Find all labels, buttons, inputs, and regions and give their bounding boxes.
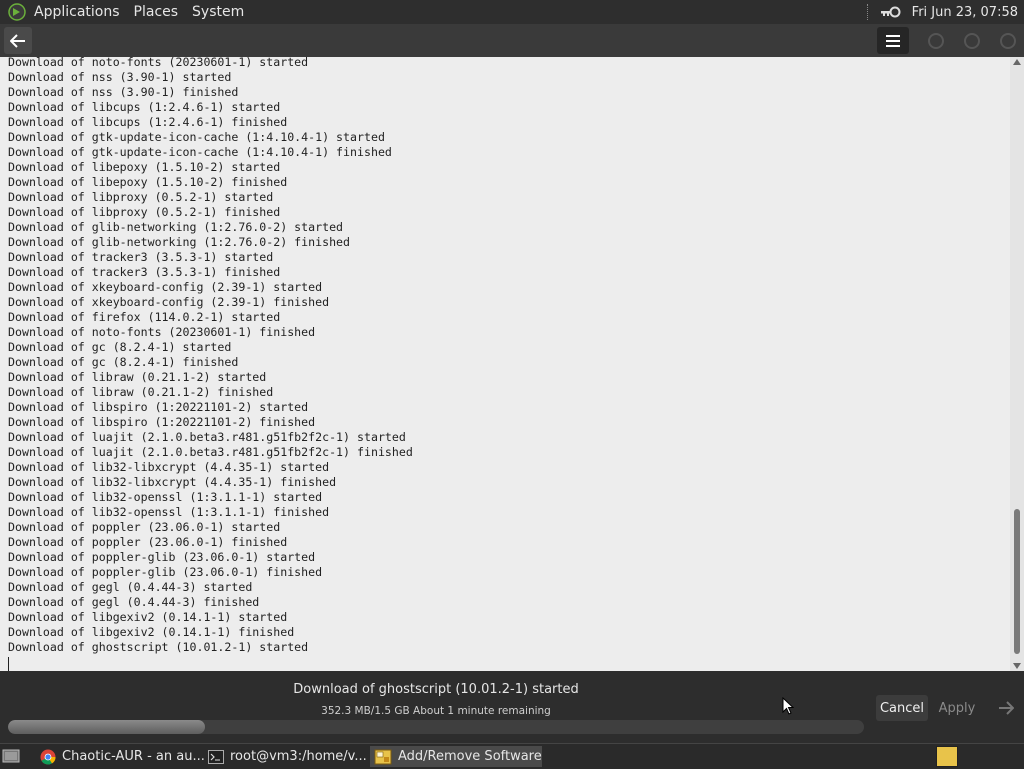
log-line: Download of lib32-libxcrypt (4.4.35-1) f… xyxy=(8,475,337,489)
progress-bar xyxy=(8,720,864,734)
log-line: Download of noto-fonts (20230601-1) fini… xyxy=(8,325,316,339)
log-line: Download of poppler-glib (23.06.0-1) sta… xyxy=(8,550,316,564)
package-icon xyxy=(374,749,392,764)
log-line: Download of libspiro (1:20221101-2) star… xyxy=(8,400,309,414)
menu-applications[interactable]: Applications xyxy=(34,4,120,20)
mouse-pointer-icon xyxy=(782,697,794,715)
log-line: Download of poppler (23.06.0-1) started xyxy=(8,520,281,534)
log-line: Download of lib32-openssl (1:3.1.1-1) st… xyxy=(8,490,323,504)
menu-button[interactable] xyxy=(877,27,909,54)
hamburger-icon xyxy=(886,34,900,47)
log-line: Download of gtk-update-icon-cache (1:4.1… xyxy=(8,145,392,159)
cancel-button[interactable]: Cancel xyxy=(876,695,928,721)
tray-software-icon[interactable] xyxy=(936,746,958,767)
log-line: Download of xkeyboard-config (2.39-1) st… xyxy=(8,280,323,294)
chrome-icon xyxy=(40,749,56,765)
log-line: Download of libproxy (0.5.2-1) started xyxy=(8,190,274,204)
log-line: Download of poppler-glib (23.06.0-1) fin… xyxy=(8,565,323,579)
log-line: Download of gc (8.2.4-1) finished xyxy=(8,355,239,369)
log-line: Download of glib-networking (1:2.76.0-2)… xyxy=(8,235,351,249)
taskbar-item-add-remove-software[interactable]: Add/Remove Software xyxy=(370,746,542,767)
log-line: Download of libgexiv2 (0.14.1-1) started xyxy=(8,610,288,624)
progress-fill xyxy=(8,720,205,734)
header-bar xyxy=(0,24,1024,58)
distro-logo-icon[interactable] xyxy=(8,3,26,21)
show-desktop-icon[interactable] xyxy=(2,747,20,765)
taskbar-item-terminal[interactable]: root@vm3:/home/v... xyxy=(204,746,372,767)
spinner-icon xyxy=(964,33,980,49)
taskbar-item-label: Add/Remove Software xyxy=(398,749,542,764)
log-line: Download of glib-networking (1:2.76.0-2)… xyxy=(8,220,344,234)
log-line: Download of tracker3 (3.5.3-1) finished xyxy=(8,265,281,279)
log-line: Download of libgexiv2 (0.14.1-1) finishe… xyxy=(8,625,295,639)
log-line: Download of libcups (1:2.4.6-1) started xyxy=(8,100,281,114)
menu-system[interactable]: System xyxy=(192,4,244,20)
status-title: Download of ghostscript (10.01.2-1) star… xyxy=(293,682,579,697)
terminal-icon xyxy=(208,749,224,764)
log-line: Download of gtk-update-icon-cache (1:4.1… xyxy=(8,130,385,144)
log-line: Download of gegl (0.4.44-3) started xyxy=(8,580,253,594)
taskbar-item-chrome[interactable]: Chaotic-AUR - an au... xyxy=(36,746,206,767)
terminal-log[interactable]: Download of noto-fonts (20230601-1) star… xyxy=(0,57,1010,671)
clock[interactable]: Fri Jun 23, 07:58 xyxy=(912,5,1018,20)
tray-separator xyxy=(866,4,870,20)
log-line: Download of firefox (114.0.2-1) started xyxy=(8,310,281,324)
menu-places[interactable]: Places xyxy=(134,4,179,20)
log-line: Download of gegl (0.4.44-3) finished xyxy=(8,595,260,609)
log-scrollbar[interactable] xyxy=(1010,57,1024,671)
taskbar-item-label: root@vm3:/home/v... xyxy=(230,749,367,764)
text-cursor xyxy=(8,657,9,671)
log-line: Download of luajit (2.1.0.beta3.r481.g51… xyxy=(8,430,406,444)
log-line: Download of libraw (0.21.1-2) started xyxy=(8,370,267,384)
spinner-icon xyxy=(928,33,944,49)
log-line: Download of luajit (2.1.0.beta3.r481.g51… xyxy=(8,445,413,459)
log-line: Download of libspiro (1:20221101-2) fini… xyxy=(8,415,316,429)
log-line: Download of lib32-libxcrypt (4.4.35-1) s… xyxy=(8,460,330,474)
spinner-icon xyxy=(1000,33,1016,49)
taskbar-item-label: Chaotic-AUR - an au... xyxy=(62,749,205,764)
log-line: Download of lib32-openssl (1:3.1.1-1) fi… xyxy=(8,505,330,519)
taskbar: Chaotic-AUR - an au... root@vm3:/home/v.… xyxy=(0,743,1024,769)
log-line: Download of nss (3.90-1) started xyxy=(8,70,232,84)
apply-button[interactable]: Apply xyxy=(934,695,980,721)
log-line: Download of libepoxy (1.5.10-2) finished xyxy=(8,175,288,189)
scroll-thumb[interactable] xyxy=(1014,509,1020,654)
arrow-right-icon xyxy=(999,701,1014,715)
log-line: Download of libepoxy (1.5.10-2) started xyxy=(8,160,281,174)
keyring-icon[interactable] xyxy=(880,5,902,19)
log-line: Download of libproxy (0.5.2-1) finished xyxy=(8,205,281,219)
log-line: Download of xkeyboard-config (2.39-1) fi… xyxy=(8,295,330,309)
back-button[interactable] xyxy=(4,27,32,54)
top-panel: Applications Places System Fri Jun 23, 0… xyxy=(0,0,1024,24)
log-lines: Download of noto-fonts (20230601-1) star… xyxy=(0,57,413,655)
log-line: Download of poppler (23.06.0-1) finished xyxy=(8,535,288,549)
status-area: Download of ghostscript (10.01.2-1) star… xyxy=(0,671,1024,743)
log-line: Download of ghostscript (10.01.2-1) star… xyxy=(8,640,309,654)
log-line: Download of tracker3 (3.5.3-1) started xyxy=(8,250,274,264)
log-line: Download of noto-fonts (20230601-1) star… xyxy=(8,57,309,69)
log-line: Download of libcups (1:2.4.6-1) finished xyxy=(8,115,288,129)
next-button[interactable] xyxy=(994,695,1018,721)
log-line: Download of libraw (0.21.1-2) finished xyxy=(8,385,274,399)
arrow-left-icon xyxy=(10,33,25,48)
log-line: Download of gc (8.2.4-1) started xyxy=(8,340,232,354)
scroll-up-icon[interactable] xyxy=(1013,59,1021,65)
log-line: Download of nss (3.90-1) finished xyxy=(8,85,239,99)
status-detail: 352.3 MB/1.5 GB About 1 minute remaining xyxy=(321,705,551,717)
scroll-down-icon[interactable] xyxy=(1013,663,1021,669)
